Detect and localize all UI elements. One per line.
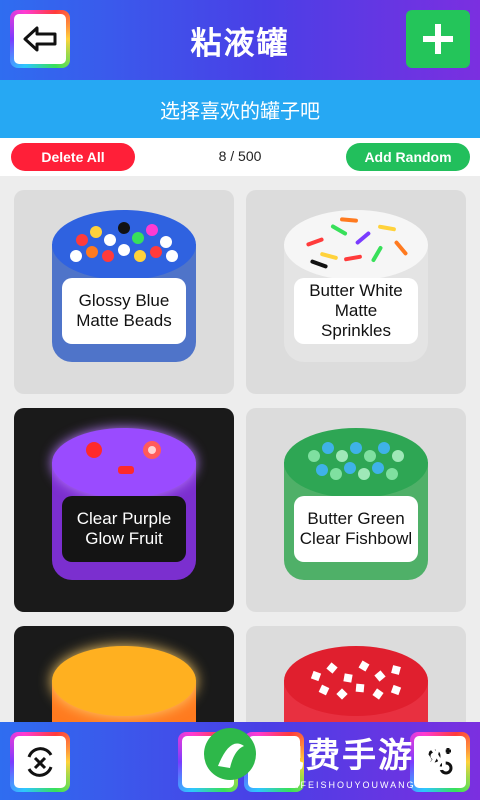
jar-card[interactable]: Glossy Blue Matte Beads xyxy=(14,190,234,394)
bottom-bar: 免费手游网 MIANFEISHOUYOUWANG xyxy=(0,722,480,800)
jar-card[interactable] xyxy=(14,626,234,724)
add-random-button[interactable]: Add Random xyxy=(346,143,470,171)
sprinkles-topping xyxy=(306,217,408,269)
add-jar-button[interactable] xyxy=(406,10,470,68)
jar-label: Clear Purple Glow Fruit xyxy=(62,496,186,562)
flakes-topping xyxy=(310,660,402,700)
jar-card[interactable]: Butter White Matte Sprinkles xyxy=(246,190,466,394)
delete-all-button[interactable]: Delete All xyxy=(11,143,135,171)
refresh-cross-icon xyxy=(14,736,66,788)
toolbar: Delete All 8 / 500 Add Random xyxy=(0,138,480,176)
jar-label: Butter White Matte Sprinkles xyxy=(294,278,418,344)
jar-card[interactable]: Clear Purple Glow Fruit xyxy=(14,408,234,612)
jar-card[interactable] xyxy=(246,626,466,724)
plus-icon xyxy=(423,24,453,54)
watermark-subtext: MIANFEISHOUYOUWANG xyxy=(270,780,416,790)
beads-topping xyxy=(70,222,178,262)
watermark-logo xyxy=(200,724,260,784)
jar-grid: Glossy Blue Matte Beads Butter White Mat… xyxy=(0,176,480,724)
fishbowl-beads-topping xyxy=(308,442,404,480)
glow-fruit-topping xyxy=(86,441,161,474)
subheader-prompt: 选择喜欢的罐子吧 xyxy=(0,80,480,138)
top-bar: 粘液罐 xyxy=(0,0,480,80)
jar-card[interactable]: Butter Green Clear Fishbowl xyxy=(246,408,466,612)
jar-count: 8 / 500 xyxy=(218,148,262,164)
reset-button[interactable] xyxy=(10,732,70,792)
watermark-text: 免费手游网 xyxy=(270,737,450,775)
jar-label: Butter Green Clear Fishbowl xyxy=(294,496,418,562)
jar-label: Glossy Blue Matte Beads xyxy=(62,278,186,344)
